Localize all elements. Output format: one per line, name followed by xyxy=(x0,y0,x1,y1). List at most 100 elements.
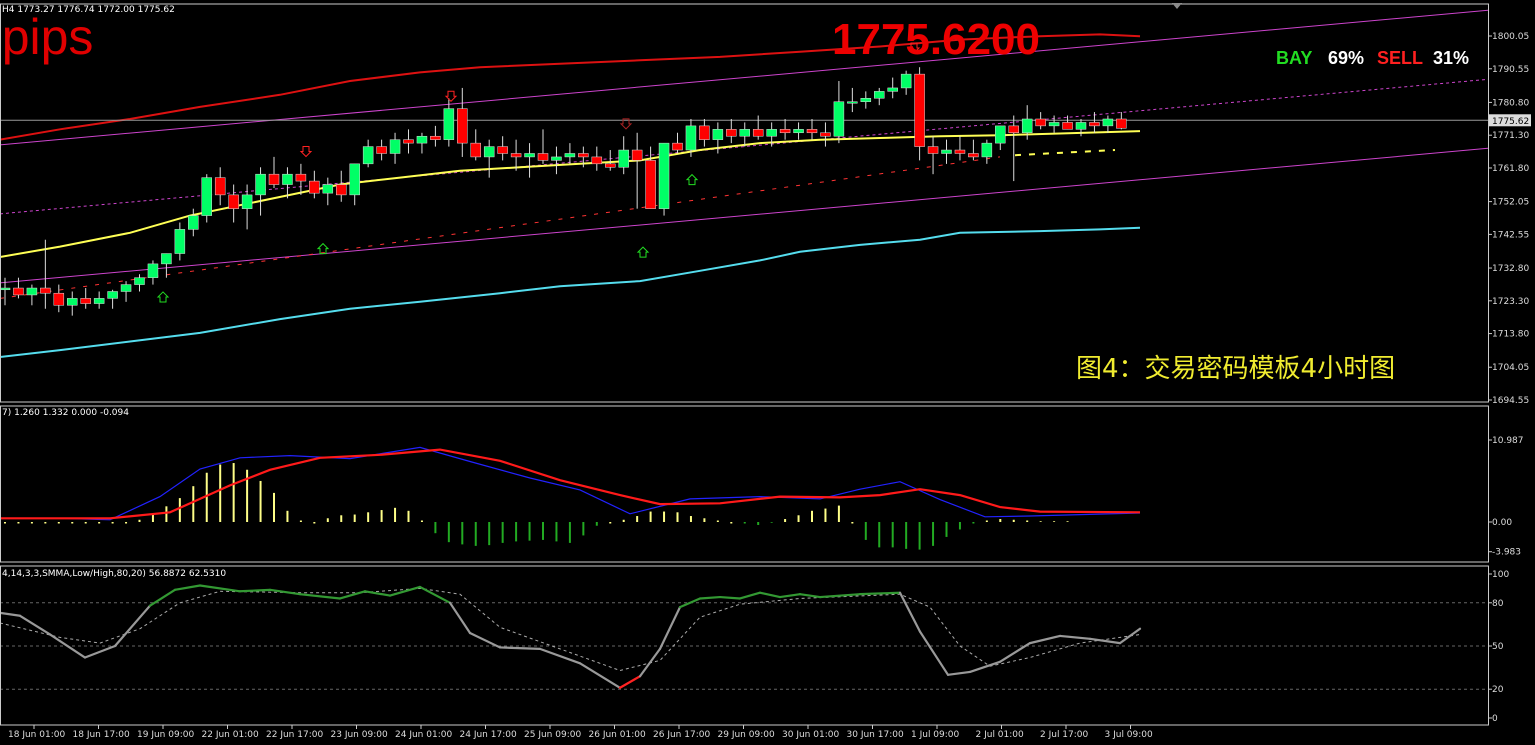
time-tick-label: 19 Jun 09:00 xyxy=(137,730,194,740)
candle-bull xyxy=(67,298,78,306)
candle-bull xyxy=(349,163,360,196)
stoch-main-segment xyxy=(658,606,682,650)
candle-bull xyxy=(0,287,11,291)
macd-tick-label: 10.987 xyxy=(1492,436,1524,446)
time-tick-label: 24 Jun 01:00 xyxy=(395,730,452,740)
price-tick-label: 1752.05 xyxy=(1492,198,1529,208)
candle-bear xyxy=(1089,122,1100,127)
time-tick-label: 30 Jun 17:00 xyxy=(847,730,904,740)
macd-header: 7) 1.260 1.332 0.000 -0.094 xyxy=(2,408,129,418)
current-price-tag-label: 1775.62 xyxy=(1492,117,1529,127)
candle-bull xyxy=(833,101,845,137)
stoch-main-segment xyxy=(946,670,972,676)
stoch-main-segment xyxy=(618,675,642,689)
time-tick-label: 18 Jun 01:00 xyxy=(8,730,65,740)
candle-bear xyxy=(295,173,307,182)
candle-bull xyxy=(120,284,132,292)
candle-bear xyxy=(457,108,468,144)
stoch-main-segment xyxy=(448,601,472,635)
time-tick-label: 23 Jun 09:00 xyxy=(331,730,388,740)
time-tick-label: 1 Jul 09:00 xyxy=(911,730,960,740)
sell-arrow-icon xyxy=(299,145,313,158)
candle-bull xyxy=(188,215,199,230)
channel-line xyxy=(0,9,1488,146)
main-price-panel: 1800.05 1790.55 1780.80 1771.30 1761.80 1752.… xyxy=(0,9,1531,406)
candle-bear xyxy=(1008,125,1019,134)
lower-band-line xyxy=(0,226,1141,358)
stoch-main-segment xyxy=(818,593,862,599)
candle-bull xyxy=(712,129,724,140)
candle-bull xyxy=(147,263,159,278)
candle-bear xyxy=(927,146,939,154)
buy-arrow-icon xyxy=(685,173,699,186)
candle-bear xyxy=(699,125,710,140)
stoch-main-segment xyxy=(468,631,502,649)
candle-bear xyxy=(470,142,481,158)
candle-bull xyxy=(241,194,253,209)
candle-bull xyxy=(981,142,993,158)
candle-bull xyxy=(161,253,172,265)
support-dash-line-2 xyxy=(1014,149,1116,157)
candle-bull xyxy=(255,173,266,196)
stoch-main-segment xyxy=(718,595,742,600)
candle-bull xyxy=(93,298,105,304)
sell-arrow-icon xyxy=(444,90,458,102)
time-tick-label: 30 Jun 01:00 xyxy=(782,730,839,740)
candle-bear xyxy=(631,149,643,161)
candle-bear xyxy=(510,153,522,158)
stoch-main-segment xyxy=(498,646,542,650)
candle-bull xyxy=(995,125,1006,144)
candle-bull xyxy=(618,149,629,168)
macd-tick-label: -3.983 xyxy=(1492,548,1521,558)
stoch-tick-label: 50 xyxy=(1492,642,1504,652)
candle-bear xyxy=(968,153,979,158)
candle-bull xyxy=(860,98,872,102)
candle-bull xyxy=(847,101,858,104)
candle-bear xyxy=(605,163,616,168)
stoch-main-segment xyxy=(798,593,822,599)
candle-bear xyxy=(80,298,91,304)
shift-marker-icon[interactable] xyxy=(1172,3,1182,9)
price-tick-label: 1742.55 xyxy=(1492,230,1529,240)
candle-bull xyxy=(524,153,535,158)
main-panel-border xyxy=(0,3,1489,403)
sell-label: SELL xyxy=(1377,48,1424,68)
candle-bull xyxy=(551,156,562,161)
candle-bull xyxy=(564,153,576,158)
time-tick-label: 26 Jun 17:00 xyxy=(653,730,710,740)
chart-caption: 图4：交易密码模板4小时图 xyxy=(1076,354,1396,384)
time-tick-label: 3 Jul 09:00 xyxy=(1105,730,1154,740)
buy-arrow-icon xyxy=(316,242,330,255)
stoch-main-segment xyxy=(778,593,802,599)
candle-bull xyxy=(282,173,293,185)
time-axis: 18 Jun 01:00 18 Jun 17:00 19 Jun 09:00 22 J… xyxy=(8,725,1153,740)
candle-bull xyxy=(1075,122,1087,130)
stoch-main-segment xyxy=(1118,627,1142,645)
candle-bull xyxy=(1048,122,1060,127)
stoch-main-segment xyxy=(0,611,22,617)
macd-tick-label: 0.00 xyxy=(1492,518,1512,528)
candle-bull xyxy=(389,139,401,154)
stoch-tick-label: 20 xyxy=(1492,685,1504,695)
candle-bear xyxy=(53,292,65,306)
candle-bear xyxy=(336,184,347,196)
candle-bear xyxy=(1116,118,1127,129)
buy-arrow-icon xyxy=(636,246,650,258)
price-tick-label: 1761.80 xyxy=(1492,164,1529,174)
stoch-main-segment xyxy=(698,595,722,600)
time-tick-label: 24 Jun 17:00 xyxy=(460,730,517,740)
candle-bull xyxy=(793,129,804,134)
stoch-main-segment xyxy=(388,585,422,597)
candle-bear xyxy=(309,180,320,194)
stoch-main-segment xyxy=(758,591,782,599)
stoch-main-segment xyxy=(918,630,950,676)
price-tick-label: 1694.55 xyxy=(1492,396,1529,406)
candle-bull xyxy=(887,87,898,92)
candle-bear xyxy=(914,73,925,147)
candle-bull xyxy=(658,142,670,209)
time-tick-label: 26 Jun 01:00 xyxy=(589,730,646,740)
current-price-display: 1775.6200 xyxy=(832,15,1040,64)
candle-bear xyxy=(537,153,549,161)
candle-bull xyxy=(201,177,212,216)
stoch-tick-label: 80 xyxy=(1492,599,1504,609)
